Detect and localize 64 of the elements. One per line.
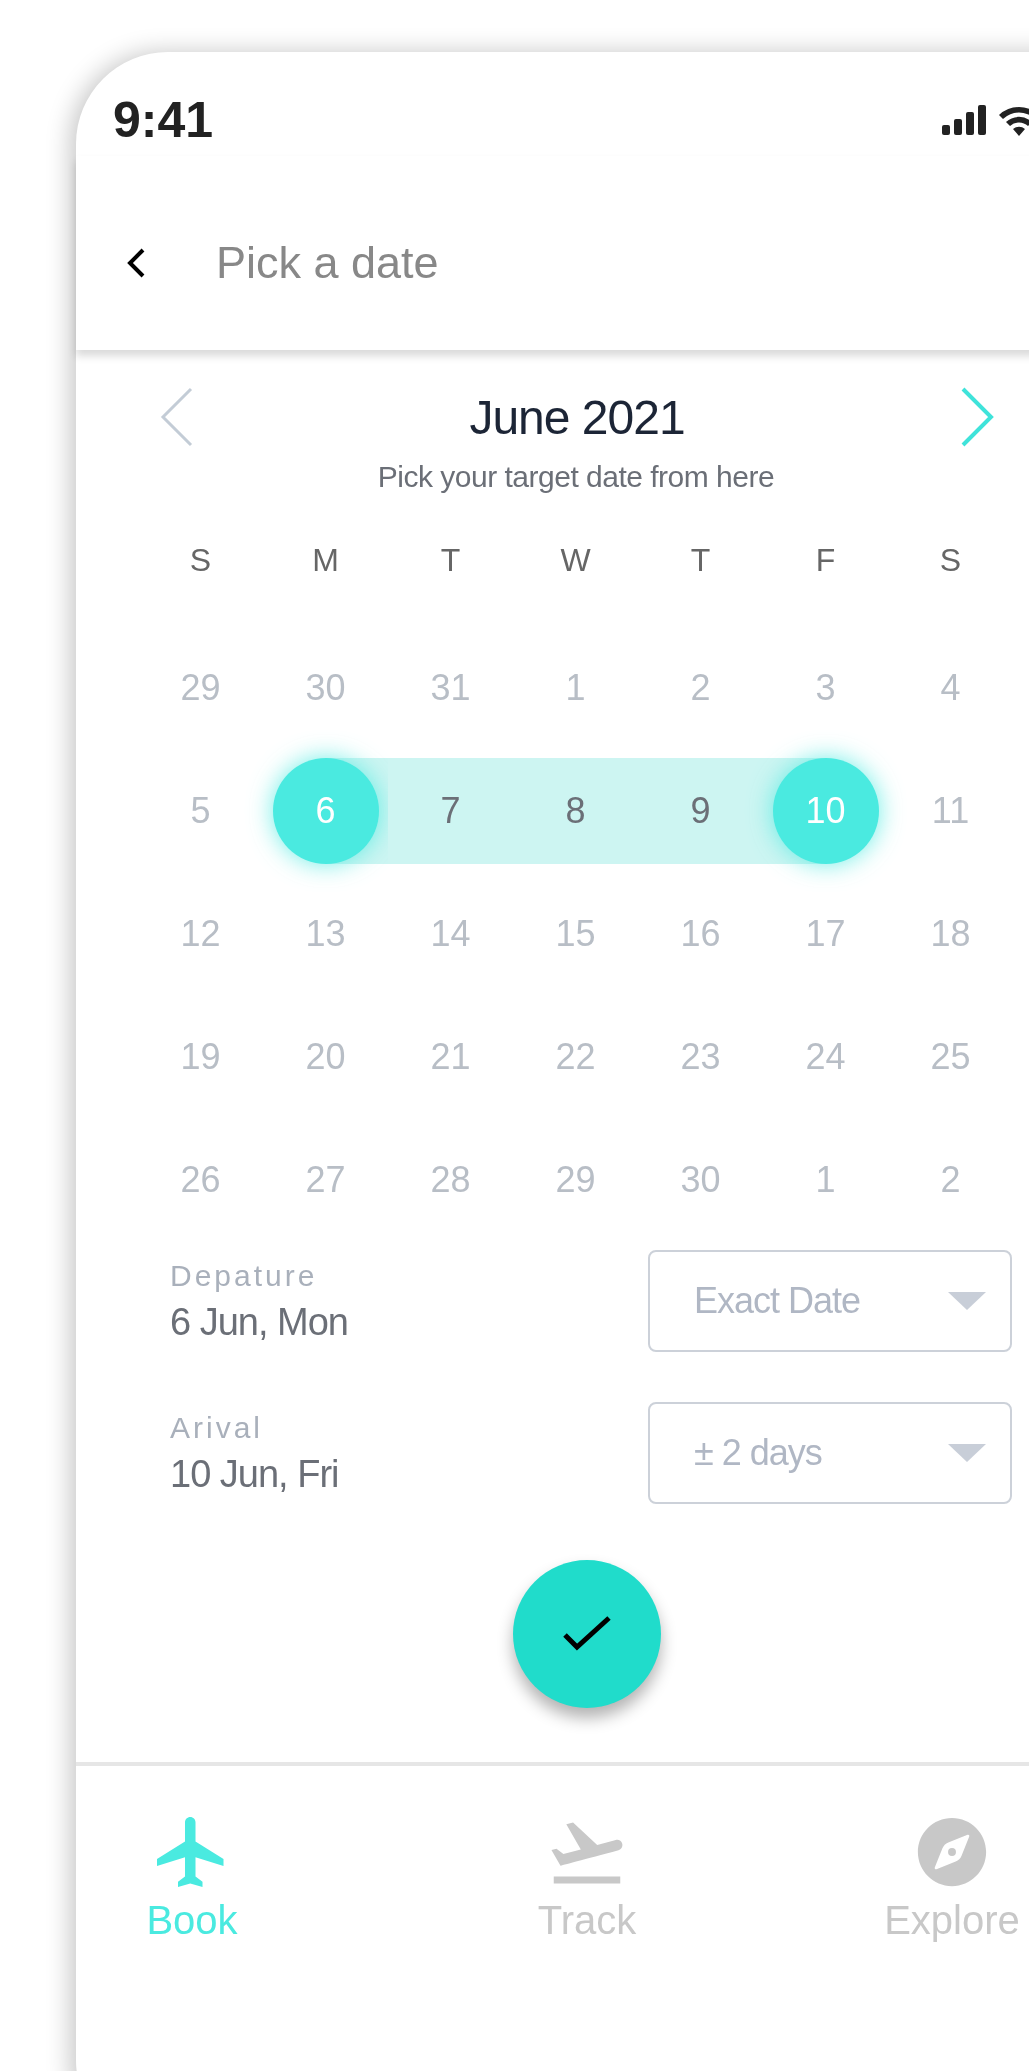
next-month-icon[interactable] <box>960 386 996 448</box>
wifi-icon <box>998 104 1029 136</box>
calendar-day[interactable]: 14 <box>430 913 471 955</box>
date-value: 10 Jun, Fri <box>170 1452 340 1496</box>
date-label: Arival <box>170 1410 264 1445</box>
calendar-day[interactable]: 29 <box>180 667 221 709</box>
calendar-day[interactable]: 2 <box>690 667 711 709</box>
flexibility-dropdown[interactable]: Exact Date <box>648 1250 1012 1352</box>
signal-icon <box>942 105 986 135</box>
calendar-day[interactable]: 3 <box>815 667 836 709</box>
weekday-label: M <box>311 542 340 579</box>
calendar-day[interactable]: 21 <box>430 1036 471 1078</box>
calendar-subtitle: Pick your target date from here <box>376 460 776 494</box>
date-label: Depature <box>170 1258 319 1293</box>
caret-icon <box>948 1444 986 1462</box>
confirm-button[interactable] <box>513 1560 661 1708</box>
calendar-day[interactable]: 30 <box>680 1159 721 1201</box>
date-value: 6 Jun, Mon <box>170 1300 349 1344</box>
status-time: 9:41 <box>113 91 214 149</box>
previous-month-icon[interactable] <box>158 386 194 448</box>
month-title: June 2021 <box>469 389 685 445</box>
check-icon <box>562 1615 612 1653</box>
weekday-label: S <box>188 542 213 579</box>
calendar-day[interactable]: 31 <box>430 667 471 709</box>
calendar-day[interactable]: 1 <box>565 667 586 709</box>
calendar-day[interactable]: 12 <box>180 913 221 955</box>
calendar-day[interactable]: 5 <box>190 790 211 832</box>
calendar-day[interactable]: 24 <box>805 1036 846 1078</box>
calendar-day[interactable]: 2 <box>940 1159 961 1201</box>
nav-tab[interactable]: Book <box>76 1810 308 1943</box>
calendar-day[interactable]: 9 <box>690 790 711 832</box>
calendar-day[interactable]: 26 <box>180 1159 221 1201</box>
calendar-day[interactable]: 18 <box>930 913 971 955</box>
dropdown-value: Exact Date <box>694 1280 861 1322</box>
weekday-label: S <box>938 542 963 579</box>
back-icon[interactable] <box>126 247 146 279</box>
weekday-label: F <box>814 542 837 579</box>
weekday-label: T <box>689 542 712 579</box>
selected-day[interactable]: 10 <box>772 758 879 864</box>
calendar-day[interactable]: 8 <box>565 790 586 832</box>
flexibility-dropdown[interactable]: ± 2 days <box>648 1402 1012 1504</box>
calendar-day[interactable]: 27 <box>305 1159 346 1201</box>
weekday-label: W <box>559 542 592 579</box>
calendar-day[interactable]: 4 <box>940 667 961 709</box>
calendar-day[interactable]: 30 <box>305 667 346 709</box>
weekday-label: T <box>439 542 462 579</box>
calendar-day[interactable]: 22 <box>555 1036 596 1078</box>
calendar-day[interactable]: 20 <box>305 1036 346 1078</box>
calendar-day[interactable]: 23 <box>680 1036 721 1078</box>
dropdown-value: ± 2 days <box>694 1432 822 1474</box>
calendar-day[interactable]: 25 <box>930 1036 971 1078</box>
caret-icon <box>948 1292 986 1310</box>
calendar-day[interactable]: 1 <box>815 1159 836 1201</box>
calendar-day[interactable]: 17 <box>805 913 846 955</box>
calendar-day[interactable]: 15 <box>555 913 596 955</box>
page-title: Pick a date <box>216 237 439 289</box>
calendar-day[interactable]: 7 <box>440 790 461 832</box>
calendar-day[interactable]: 29 <box>555 1159 596 1201</box>
calendar-day[interactable]: 13 <box>305 913 346 955</box>
calendar-day[interactable]: 28 <box>430 1159 471 1201</box>
calendar-day[interactable]: 19 <box>180 1036 221 1078</box>
calendar-day[interactable]: 11 <box>931 790 970 832</box>
selected-day[interactable]: 6 <box>272 758 379 864</box>
calendar-day[interactable]: 16 <box>680 913 721 955</box>
